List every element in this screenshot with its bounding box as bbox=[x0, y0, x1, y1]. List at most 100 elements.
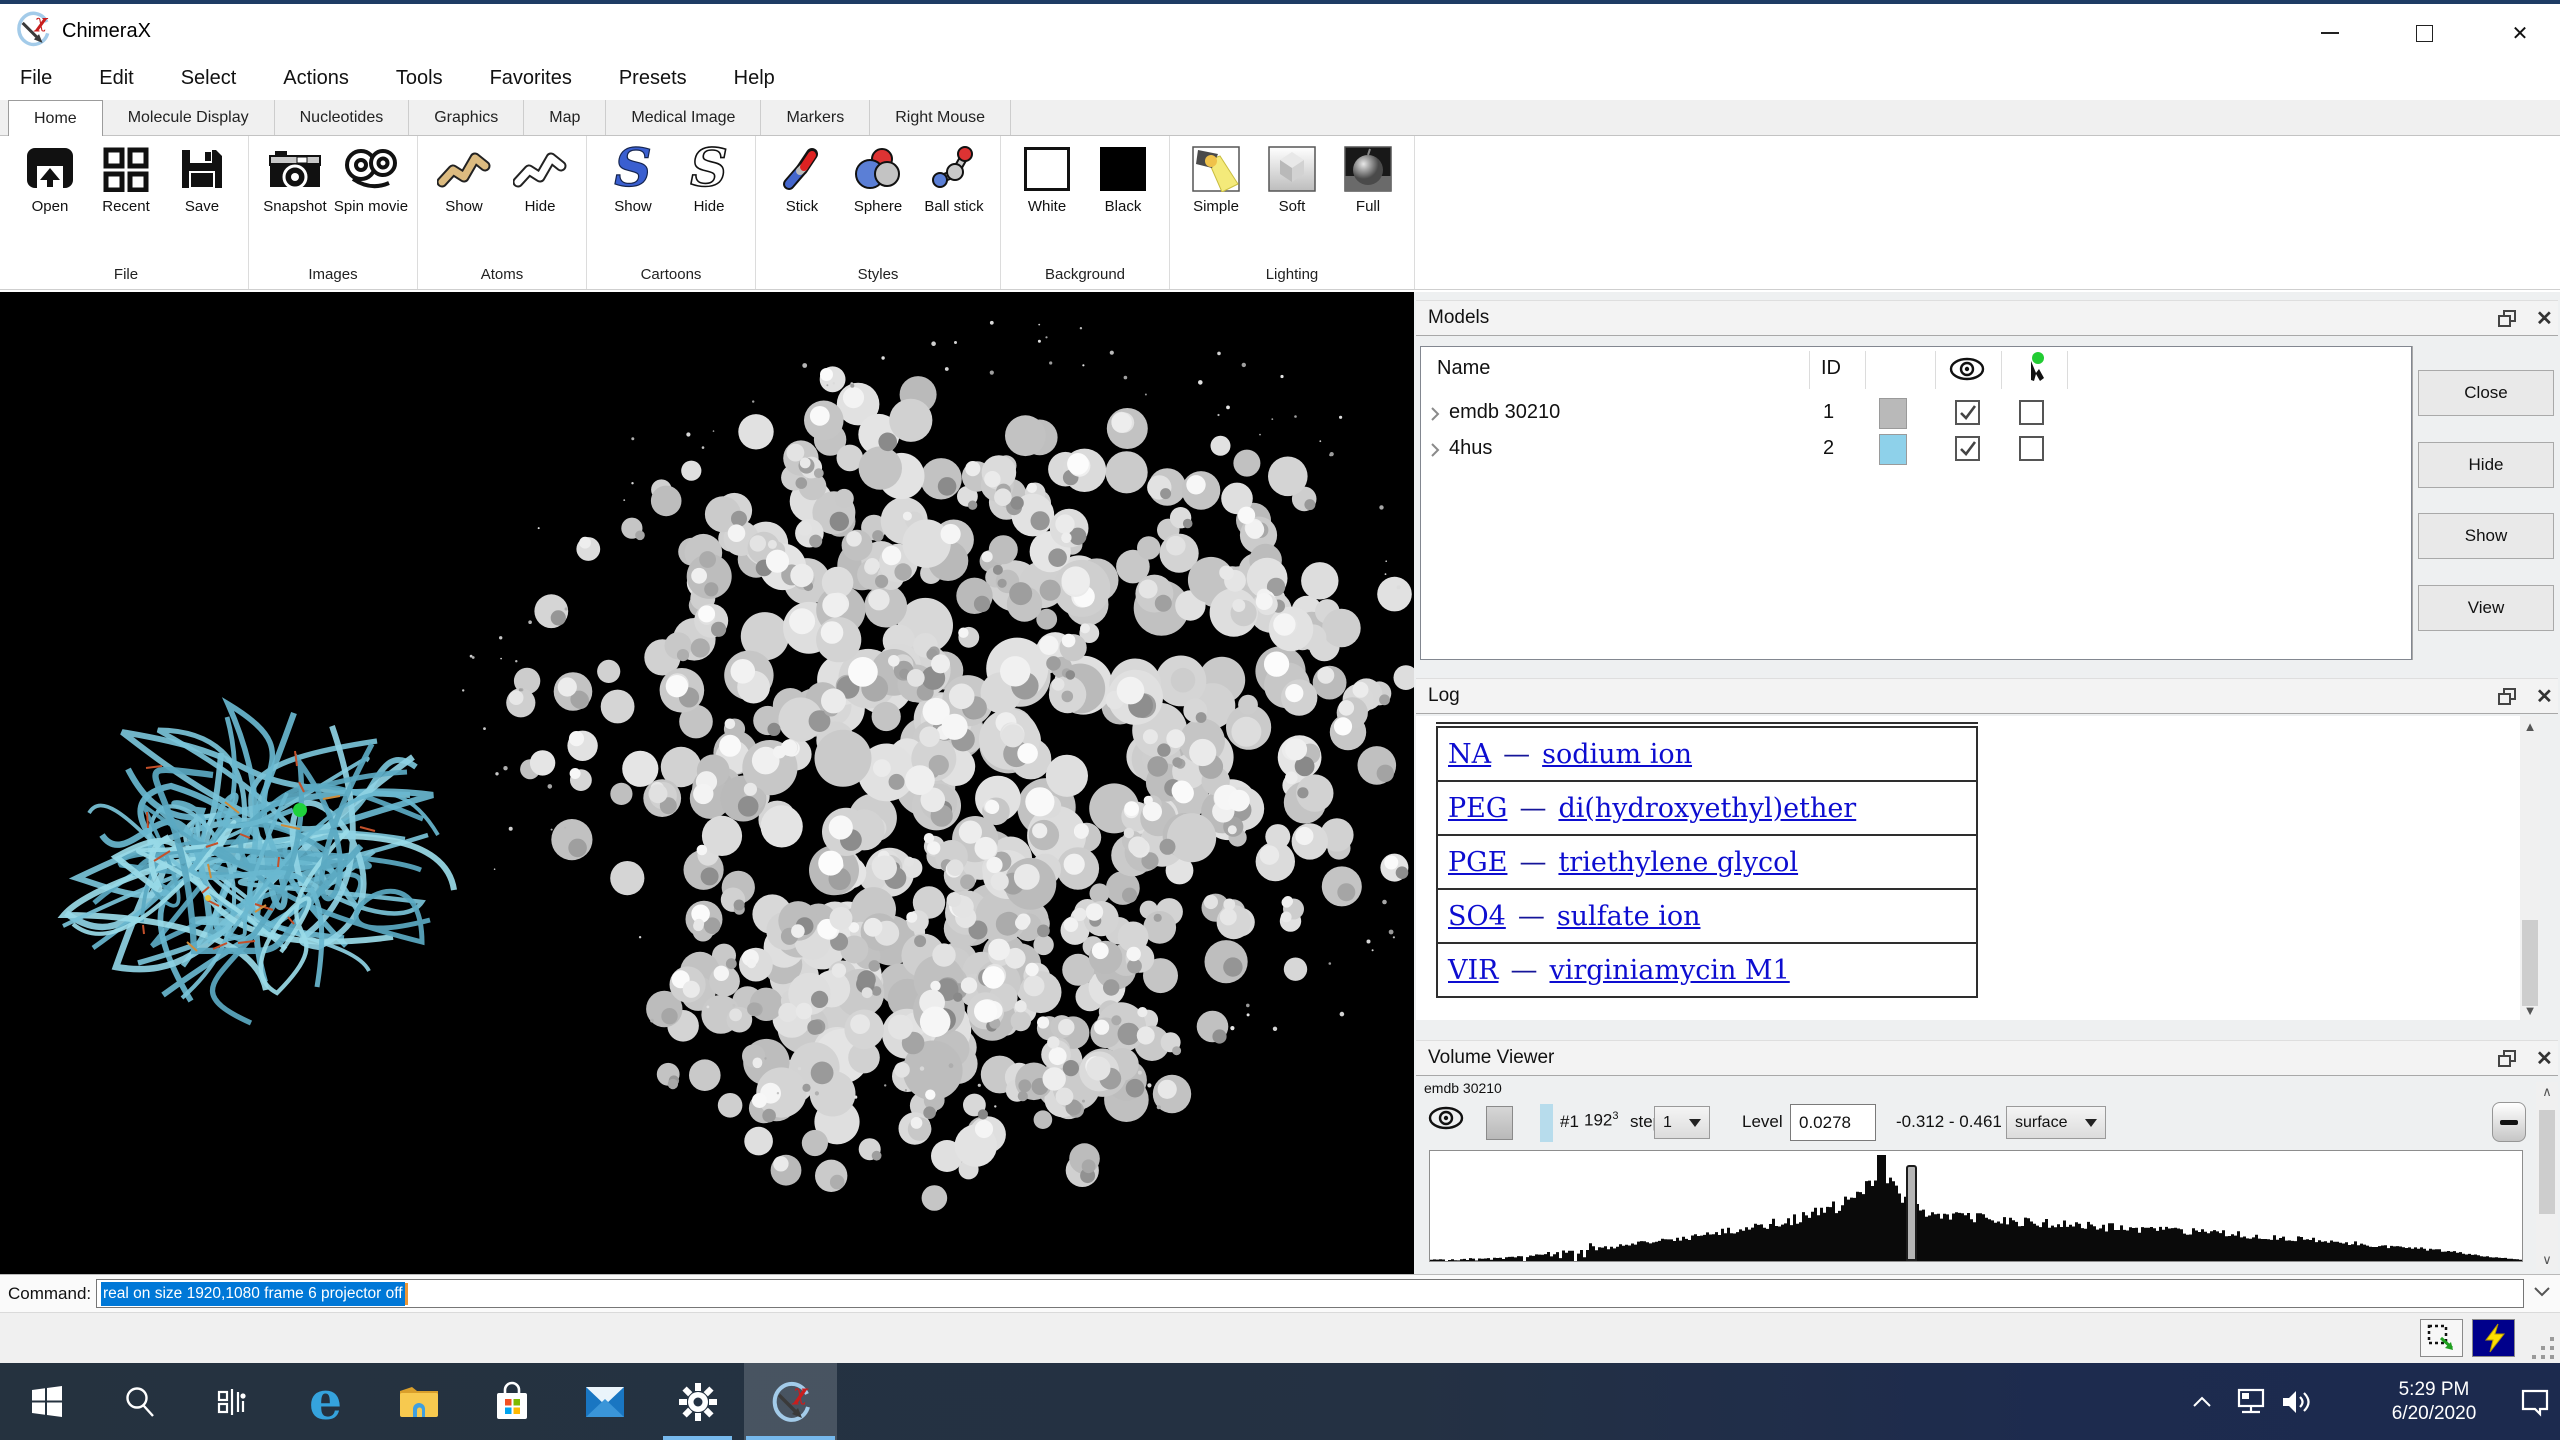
taskbar-app-settings[interactable] bbox=[651, 1363, 744, 1440]
level-marker-handle[interactable] bbox=[1906, 1165, 1917, 1261]
menu-item-favorites[interactable]: Favorites bbox=[490, 67, 572, 90]
model-shown-checkbox[interactable] bbox=[1955, 400, 1980, 425]
panel-close-icon[interactable]: ✕ bbox=[2536, 684, 2553, 709]
log-scrollbar-thumb[interactable] bbox=[2522, 920, 2538, 1006]
scrollbar-thumb[interactable] bbox=[2539, 1110, 2555, 1214]
models-action-show-button[interactable]: Show bbox=[2418, 513, 2554, 559]
taskbar-app-mail[interactable] bbox=[558, 1363, 651, 1440]
volume-icon[interactable] bbox=[2278, 1363, 2318, 1440]
log-link-code[interactable]: PGE bbox=[1448, 847, 1507, 878]
tab-graphics[interactable]: Graphics bbox=[409, 100, 524, 135]
tab-right-mouse[interactable]: Right Mouse bbox=[870, 100, 1011, 135]
menu-item-actions[interactable]: Actions bbox=[283, 67, 349, 90]
model-selected-checkbox[interactable] bbox=[2019, 436, 2044, 461]
undock-icon[interactable] bbox=[2498, 688, 2516, 704]
toolbar-button-cartoons-hide[interactable]: SHide bbox=[671, 140, 747, 264]
menu-item-edit[interactable]: Edit bbox=[99, 67, 133, 90]
volume-color-swatch-button[interactable] bbox=[1486, 1106, 1513, 1140]
tab-nucleotides[interactable]: Nucleotides bbox=[275, 100, 410, 135]
tab-markers[interactable]: Markers bbox=[761, 100, 870, 135]
model-shown-checkbox[interactable] bbox=[1955, 436, 1980, 461]
toolbar-button-file-recent[interactable]: Recent bbox=[88, 140, 164, 264]
log-scrollbar[interactable]: ▲ ▼ bbox=[2520, 716, 2540, 1020]
log-panel-header[interactable]: Log ✕ bbox=[1416, 678, 2558, 714]
log-link-description[interactable]: sodium ion bbox=[1542, 739, 1692, 770]
toolbar-button-styles-stick[interactable]: Stick bbox=[764, 140, 840, 264]
expand-chevron-icon[interactable] bbox=[1429, 442, 1441, 458]
display-style-dropdown[interactable]: surface bbox=[2006, 1106, 2106, 1139]
tab-map[interactable]: Map bbox=[524, 100, 606, 135]
toolbar-button-background-black[interactable]: Black bbox=[1085, 140, 1161, 264]
toolbar-button-images-snapshot[interactable]: Snapshot bbox=[257, 140, 333, 264]
action-center-icon[interactable] bbox=[2514, 1363, 2556, 1440]
toolbar-button-atoms-hide[interactable]: Hide bbox=[502, 140, 578, 264]
log-link-code[interactable]: SO4 bbox=[1448, 901, 1506, 932]
select-zone-button[interactable] bbox=[2420, 1319, 2463, 1357]
tab-home[interactable]: Home bbox=[8, 100, 103, 136]
minimize-button[interactable] bbox=[2294, 8, 2366, 58]
taskbar-app-store[interactable] bbox=[465, 1363, 558, 1440]
toolbar-button-atoms-show[interactable]: Show bbox=[426, 140, 502, 264]
log-link-code[interactable]: VIR bbox=[1448, 955, 1499, 986]
log-content[interactable]: NA—sodium ionPEG—di(hydroxyethyl)etherPG… bbox=[1416, 716, 2520, 1020]
models-action-hide-button[interactable]: Hide bbox=[2418, 442, 2554, 488]
taskbar-clock[interactable]: 5:29 PM 6/20/2020 bbox=[2350, 1363, 2518, 1440]
log-link-description[interactable]: sulfate ion bbox=[1557, 901, 1701, 932]
expand-chevron-icon[interactable] bbox=[1429, 406, 1441, 422]
menu-item-file[interactable]: File bbox=[20, 67, 52, 90]
log-link-code[interactable]: PEG bbox=[1448, 793, 1507, 824]
title-bar[interactable]: χ ChimeraX ✕ bbox=[0, 4, 2560, 56]
menu-item-select[interactable]: Select bbox=[181, 67, 237, 90]
model-color-swatch[interactable] bbox=[1879, 434, 1907, 465]
toolbar-button-file-open[interactable]: Open bbox=[12, 140, 88, 264]
volume-viewer-header[interactable]: Volume Viewer ✕ bbox=[1416, 1040, 2558, 1076]
toolbar-button-lighting-soft[interactable]: Soft bbox=[1254, 140, 1330, 264]
model-selected-checkbox[interactable] bbox=[2019, 400, 2044, 425]
level-input[interactable]: 0.0278 bbox=[1790, 1104, 1876, 1141]
menu-item-help[interactable]: Help bbox=[734, 67, 775, 90]
toolbar-button-lighting-simple[interactable]: Simple bbox=[1178, 140, 1254, 264]
undock-icon[interactable] bbox=[2498, 1050, 2516, 1066]
close-button[interactable]: ✕ bbox=[2484, 8, 2556, 58]
toolbar-button-styles-ball-stick[interactable]: Ball stick bbox=[916, 140, 992, 264]
taskbar-app-search[interactable] bbox=[93, 1363, 186, 1440]
log-link-description[interactable]: virginiamycin M1 bbox=[1550, 955, 1790, 986]
panel-close-icon[interactable]: ✕ bbox=[2536, 1046, 2553, 1071]
toolbar-button-background-white[interactable]: White bbox=[1009, 140, 1085, 264]
model-color-swatch[interactable] bbox=[1879, 398, 1907, 429]
log-link-description[interactable]: triethylene glycol bbox=[1558, 847, 1798, 878]
maximize-button[interactable] bbox=[2388, 8, 2460, 58]
models-panel-header[interactable]: Models ✕ bbox=[1416, 300, 2558, 336]
models-action-view-button[interactable]: View bbox=[2418, 585, 2554, 631]
toolbar-button-file-save[interactable]: Save bbox=[164, 140, 240, 264]
graphics-viewport[interactable] bbox=[0, 292, 1414, 1274]
taskbar-app-edge[interactable]: e bbox=[279, 1363, 372, 1440]
tab-medical-image[interactable]: Medical Image bbox=[606, 100, 761, 135]
model-row-emdb-30210[interactable]: emdb 302101 bbox=[1421, 396, 2411, 432]
log-link-description[interactable]: di(hydroxyethyl)ether bbox=[1558, 793, 1856, 824]
scroll-up-icon[interactable]: ▲ bbox=[2520, 716, 2540, 736]
tray-chevron-up-icon[interactable] bbox=[2186, 1363, 2218, 1440]
undock-icon[interactable] bbox=[2498, 310, 2516, 326]
step-dropdown[interactable]: 1 bbox=[1654, 1106, 1710, 1139]
toolbar-button-lighting-full[interactable]: Full bbox=[1330, 140, 1406, 264]
fast-mode-button[interactable] bbox=[2472, 1319, 2515, 1357]
tab-molecule-display[interactable]: Molecule Display bbox=[103, 100, 275, 135]
panel-close-icon[interactable]: ✕ bbox=[2536, 306, 2553, 331]
menu-item-presets[interactable]: Presets bbox=[619, 67, 687, 90]
models-action-close-button[interactable]: Close bbox=[2418, 370, 2554, 416]
models-table[interactable]: Name ID emdb 3021014hus2 bbox=[1420, 346, 2412, 660]
command-input[interactable]: real on size 1920,1080 frame 6 projector… bbox=[96, 1279, 2524, 1308]
model-row-4hus[interactable]: 4hus2 bbox=[1421, 432, 2411, 468]
network-icon[interactable] bbox=[2230, 1363, 2270, 1440]
taskbar-app-chimerax[interactable]: χ bbox=[744, 1363, 837, 1440]
taskbar-app-start[interactable] bbox=[0, 1363, 93, 1440]
taskbar-app-task-view[interactable] bbox=[186, 1363, 279, 1440]
volume-viewer-scrollbar[interactable]: ∧ ∨ bbox=[2536, 1082, 2558, 1270]
scroll-down-icon[interactable]: ▼ bbox=[2520, 1000, 2540, 1020]
menu-item-tools[interactable]: Tools bbox=[396, 67, 443, 90]
scroll-up-icon[interactable]: ∧ bbox=[2537, 1082, 2557, 1102]
toolbar-button-images-spin-movie[interactable]: Spin movie bbox=[333, 140, 409, 264]
resize-grip[interactable] bbox=[2532, 1337, 2558, 1363]
volume-histogram[interactable] bbox=[1429, 1150, 2523, 1262]
